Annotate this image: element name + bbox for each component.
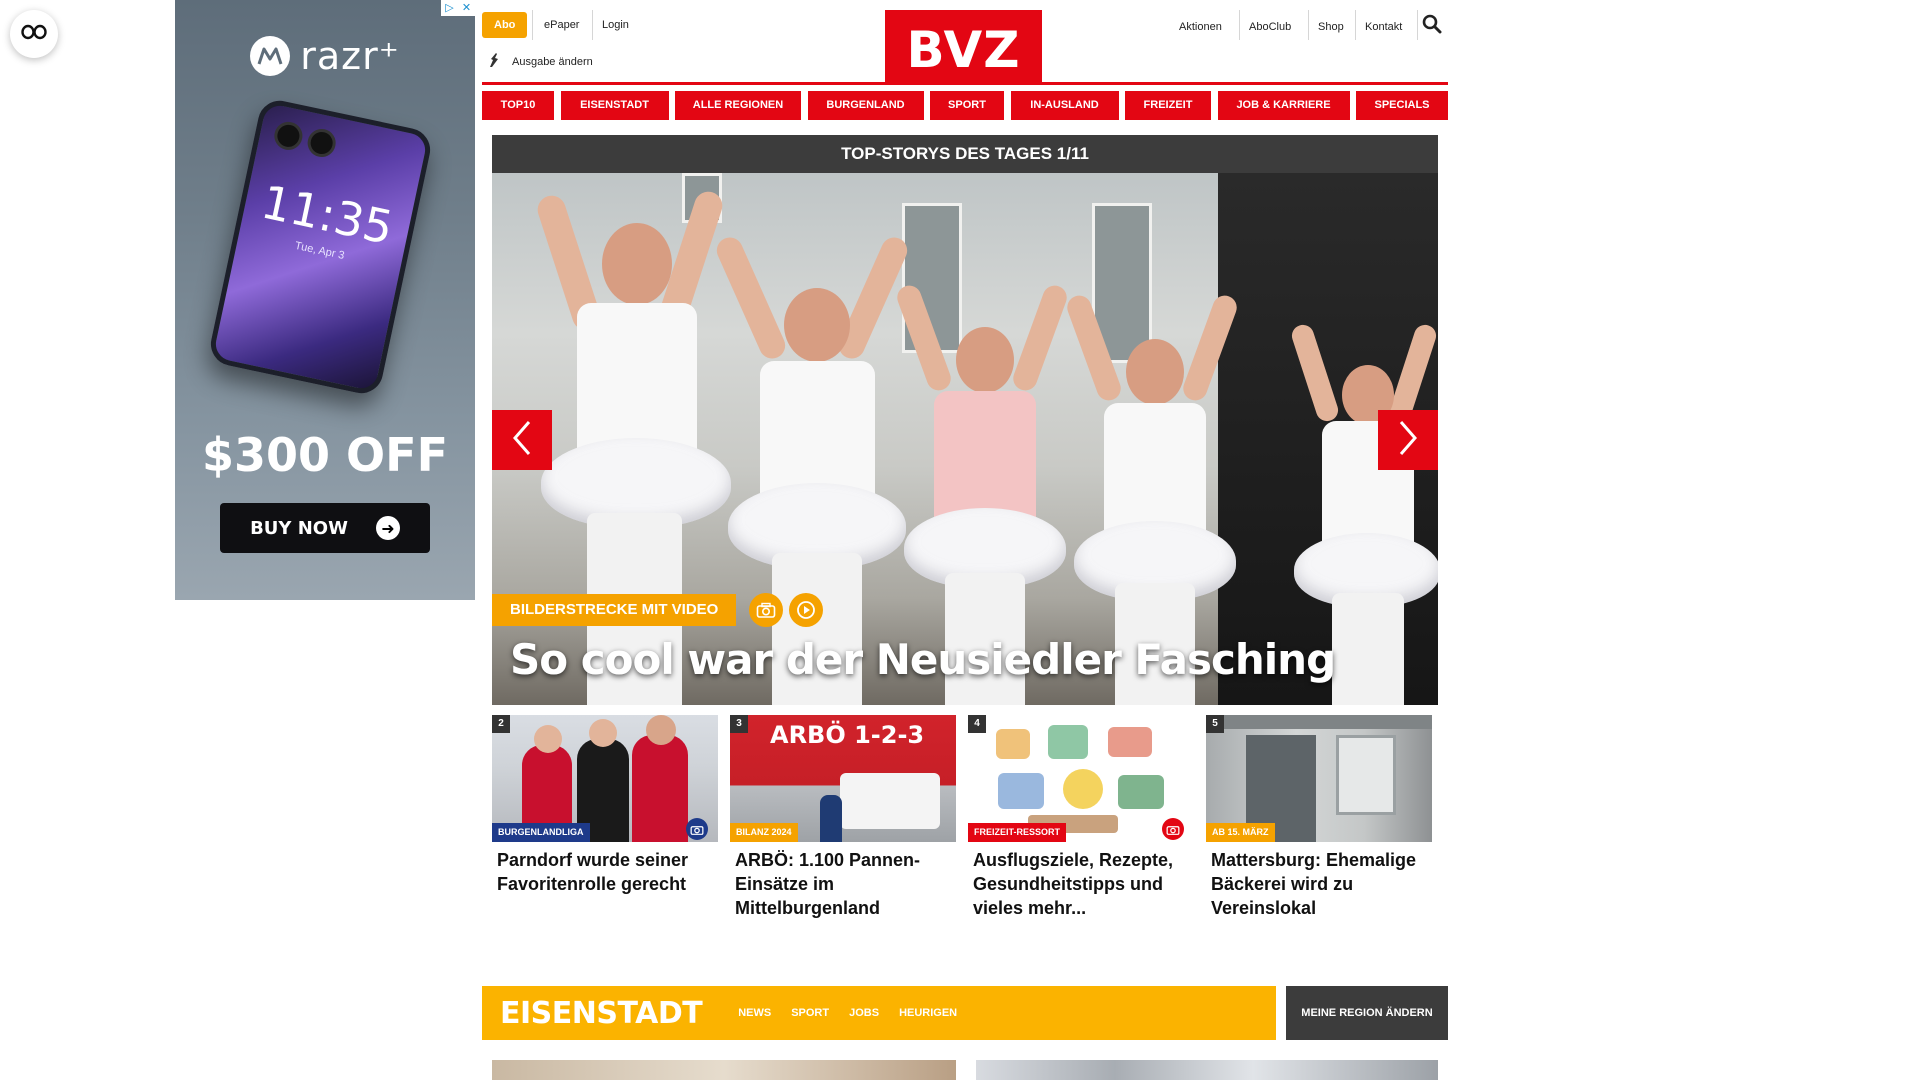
teaser-image: 5 AB 15. MÄRZ [1206,715,1432,842]
region-link-heurigen[interactable]: HEURIGEN [899,1007,957,1019]
play-icon [789,593,823,627]
teaser-card[interactable]: ARBÖ 1-2-3 3 BILANZ 2024 ARBÖ: 1.100 Pan… [730,715,956,920]
nav-item-alle-regionen[interactable]: ALLE REGIONEN [675,91,801,120]
hero-story[interactable]: BILDERSTRECKE MIT VIDEO So cool war der … [492,173,1438,705]
nav-item-specials[interactable]: SPECIALS [1356,91,1448,120]
teaser-title[interactable]: ARBÖ: 1.100 Pannen-Einsätze im Mittelbur… [730,848,956,920]
ad-offer: $300 OFF [202,428,448,482]
teaser-sign: ARBÖ 1-2-3 [770,721,925,749]
edition-label: Ausgabe ändern [512,55,593,68]
camera-icon [686,818,708,840]
nav-item-top10[interactable]: TOP10 [482,91,554,120]
teaser-card[interactable]: 5 AB 15. MÄRZ Mattersburg: Ehemalige Bäc… [1206,715,1432,920]
teaser-image: 4 FREIZEIT-RESSORT [968,715,1194,842]
nav-item-sport[interactable]: SPORT [930,91,1004,120]
carousel-next-button[interactable] [1378,410,1438,470]
advertisement-banner[interactable]: ▷ ✕ razr⁺ 11:35 Tue, Apr 3 $300 OFF BUY … [175,0,475,600]
edition-icon [488,52,500,71]
teaser-tag: BURGENLANDLIGA [492,823,590,842]
buy-now-button[interactable]: BUY NOW ➜ [220,503,430,553]
ad-brand: razr⁺ [175,34,475,78]
divider [1308,10,1309,40]
region-article-image[interactable] [976,1060,1438,1080]
chevron-left-icon [511,418,533,463]
site-header: Abo ePaper Login Ausgabe ändern BVZ Akti… [482,0,1448,90]
camera-lens-icon [271,119,306,153]
camera-icon [749,593,783,627]
region-link-news[interactable]: NEWS [738,1007,771,1019]
arrow-right-icon: ➜ [375,516,400,540]
ad-info-icon[interactable]: ▷ [441,0,458,16]
teaser-title[interactable]: Parndorf wurde seiner Favoritenrolle ger… [492,848,718,896]
ad-choices[interactable]: ▷ ✕ [441,0,475,16]
hero-kicker: BILDERSTRECKE MIT VIDEO [492,594,737,626]
region-link-sport[interactable]: SPORT [791,1007,829,1019]
teaser-tag: AB 15. MÄRZ [1206,823,1275,842]
teaser-image: ARBÖ 1-2-3 3 BILANZ 2024 [730,715,956,842]
header-rule [482,82,1448,85]
divider [1355,10,1356,40]
aktionen-link[interactable]: Aktionen [1179,14,1222,40]
teaser-card[interactable]: 4 FREIZEIT-RESSORT Ausflugsziele, Rezept… [968,715,1194,920]
region-link-jobs[interactable]: JOBS [849,1007,879,1019]
ad-brand-name: razr⁺ [300,34,400,78]
divider [1417,10,1418,40]
abo-button[interactable]: Abo [482,12,528,38]
teaser-number: 2 [492,715,510,733]
teaser-image: 2 BURGENLANDLIGA [492,715,718,842]
divider [592,10,593,40]
shop-link[interactable]: Shop [1318,14,1344,40]
accessibility-button[interactable] [10,10,58,58]
dancer [712,233,912,705]
teaser-title[interactable]: Mattersburg: Ehemalige Bäckerei wird zu … [1206,848,1432,920]
phone-image: 11:35 Tue, Apr 3 [206,96,435,398]
region-name[interactable]: EISENSTADT [500,996,703,1031]
main-navigation: TOP10 EISENSTADT ALLE REGIONEN BURGENLAN… [482,91,1448,120]
search-icon[interactable] [1422,14,1442,39]
camera-lens-icon [305,126,339,160]
nav-item-burgenland[interactable]: BURGENLAND [807,91,924,120]
teaser-tag: FREIZEIT-RESSORT [968,823,1067,842]
change-region-button[interactable]: MEINE REGION ÄNDERN [1286,986,1448,1040]
nav-item-freizeit[interactable]: FREIZEIT [1125,91,1211,120]
region-bar: EISENSTADT NEWS SPORT JOBS HEURIGEN [482,986,1276,1040]
teaser-tag: BILANZ 2024 [730,823,798,842]
hero-headline[interactable]: So cool war der Neusiedler Fasching [510,635,1336,684]
nav-item-job-karriere[interactable]: JOB & KARRIERE [1217,91,1350,120]
teaser-card[interactable]: 2 BURGENLANDLIGA Parndorf wurde seiner F… [492,715,718,920]
edition-switch[interactable]: Ausgabe ändern [488,52,593,71]
ad-close-icon[interactable]: ✕ [458,0,475,16]
region-article-image[interactable] [492,1060,956,1080]
nav-item-in-ausland[interactable]: IN-AUSLAND [1010,91,1119,120]
chevron-right-icon [1397,418,1419,463]
divider [532,10,533,40]
camera-icon [1162,818,1184,840]
epaper-link[interactable]: ePaper [544,12,579,38]
bvz-logo[interactable]: BVZ [885,10,1042,82]
teaser-number: 4 [968,715,986,733]
buy-now-label: BUY NOW [250,517,348,539]
carousel-title: TOP-STORYS DES TAGES 1/11 [492,135,1438,173]
aboclub-link[interactable]: AboClub [1249,14,1291,40]
carousel-prev-button[interactable] [492,410,552,470]
nav-item-eisenstadt[interactable]: EISENSTADT [560,91,669,120]
top-stories-carousel: TOP-STORYS DES TAGES 1/11 BILDERSTRECKE … [492,135,1438,705]
motorola-logo-icon [250,36,291,76]
teaser-list: 2 BURGENLANDLIGA Parndorf wurde seiner F… [492,715,1438,920]
divider [1239,10,1240,40]
kontakt-link[interactable]: Kontakt [1365,14,1402,40]
accessibility-icon [21,24,47,45]
teaser-number: 5 [1206,715,1224,733]
teaser-number: 3 [730,715,748,733]
teaser-title[interactable]: Ausflugsziele, Rezepte, Gesundheitstipps… [968,848,1194,920]
login-link[interactable]: Login [602,12,629,38]
